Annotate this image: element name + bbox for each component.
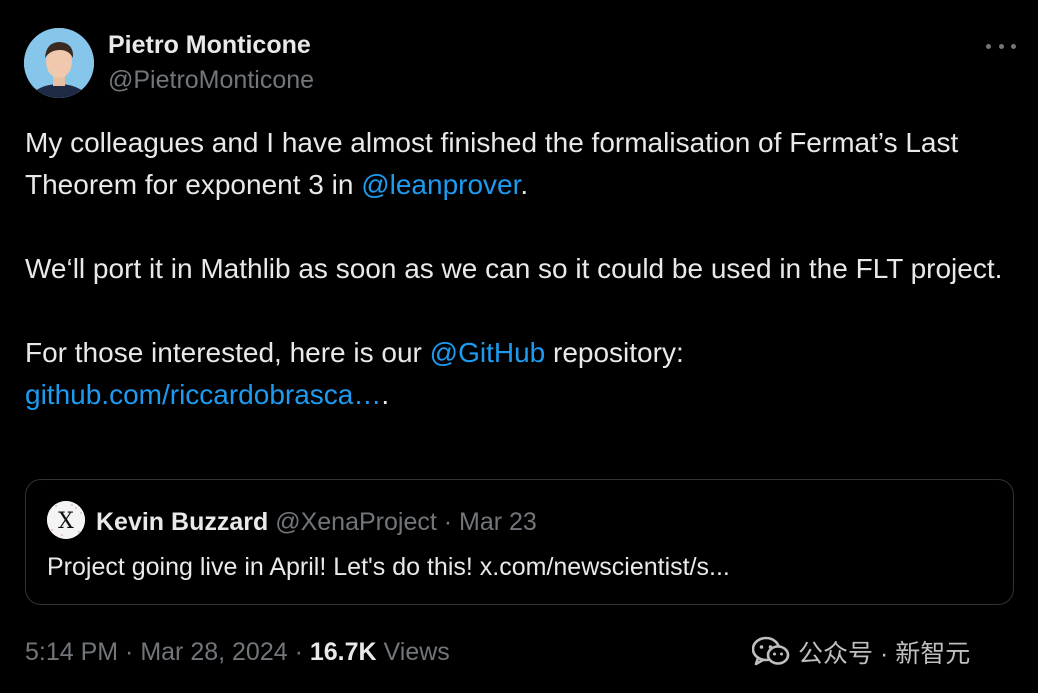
wechat-watermark: 公众号 · 新智元 bbox=[752, 634, 970, 670]
views-count[interactable]: 16.7K bbox=[310, 638, 377, 666]
quoted-avatar-image: X bbox=[47, 501, 85, 539]
mention-leanprover-link[interactable]: @leanprover bbox=[361, 169, 520, 200]
tweet-date[interactable]: Mar 28, 2024 bbox=[140, 638, 287, 666]
tweet-text-segment: repository: bbox=[545, 337, 684, 368]
tweet-meta-row: 5:14 PM · Mar 28, 2024 · 16.7K Views bbox=[25, 638, 450, 667]
tweet-paragraph-3: For those interested, here is our @GitHu… bbox=[25, 332, 1015, 416]
author-display-name[interactable]: Pietro Monticone bbox=[108, 31, 311, 60]
quoted-tweet-header: Kevin Buzzard @XenaProject · Mar 23 bbox=[96, 508, 537, 537]
meta-separator: · bbox=[287, 638, 310, 666]
quoted-tweet-text: Project going live in April! Let's do th… bbox=[47, 553, 730, 581]
watermark-text: 公众号 · 新智元 bbox=[798, 640, 971, 668]
tweet-text: My colleagues and I have almost finished… bbox=[25, 122, 1015, 416]
quoted-date[interactable]: Mar 23 bbox=[459, 508, 537, 536]
repo-link[interactable]: github.com/riccardobrasca… bbox=[25, 379, 381, 410]
more-dot bbox=[998, 43, 1004, 49]
views-label: Views bbox=[376, 638, 450, 666]
tweet-paragraph-1: My colleagues and I have almost finished… bbox=[25, 122, 1015, 206]
wechat-icon bbox=[752, 636, 790, 666]
more-options-icon[interactable] bbox=[986, 36, 1016, 56]
meta-separator: · bbox=[118, 638, 141, 666]
tweet-paragraph-2: We‘ll port it in Mathlib as soon as we c… bbox=[25, 253, 1003, 284]
more-dot bbox=[986, 43, 991, 49]
quoted-author-name[interactable]: Kevin Buzzard bbox=[96, 508, 268, 536]
tweet-text-segment: For those interested, here is our bbox=[25, 337, 430, 368]
quoted-author-handle[interactable]: @XenaProject bbox=[275, 508, 437, 536]
tweet-text-segment: . bbox=[520, 169, 529, 200]
quoted-tweet-card[interactable]: X Kevin Buzzard @XenaProject · Mar 23 Pr… bbox=[25, 479, 1014, 605]
more-dot bbox=[1011, 43, 1016, 49]
author-handle[interactable]: @PietroMonticone bbox=[108, 66, 314, 95]
quoted-separator: · bbox=[436, 508, 460, 536]
quoted-author-avatar[interactable]: X bbox=[47, 501, 85, 539]
quoted-avatar-letter: X bbox=[58, 509, 74, 534]
tweet-text-segment: . bbox=[381, 379, 390, 410]
tweet-time[interactable]: 5:14 PM bbox=[25, 638, 118, 666]
mention-github-link[interactable]: @GitHub bbox=[430, 337, 546, 368]
author-avatar[interactable] bbox=[24, 28, 94, 98]
author-avatar-image bbox=[24, 28, 94, 98]
